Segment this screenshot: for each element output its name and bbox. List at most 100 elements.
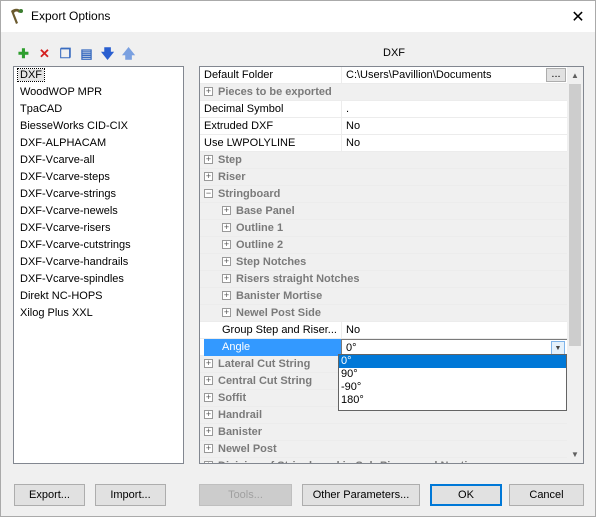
format-list-item[interactable]: DXF xyxy=(14,67,183,84)
property-name: Default Folder xyxy=(204,69,274,81)
category-label: Risers straight Notches xyxy=(236,273,360,285)
category-name: + Banister xyxy=(204,424,564,441)
format-list-item[interactable]: DXF-Vcarve-all xyxy=(14,152,183,169)
angle-option[interactable]: 0° xyxy=(339,355,566,368)
expand-icon[interactable]: + xyxy=(222,239,231,249)
property-value-group-step-and-riser[interactable]: No xyxy=(341,322,568,339)
property-name: Angle xyxy=(204,339,341,356)
angle-option[interactable]: 180° xyxy=(339,394,566,407)
format-list-item[interactable]: WoodWOP MPR xyxy=(14,84,183,101)
scrollbar-thumb[interactable] xyxy=(569,84,581,346)
format-list-item-label: DXF-Vcarve-risers xyxy=(20,222,111,234)
expand-icon[interactable]: + xyxy=(222,307,231,317)
property-grid-scrollbar[interactable]: ▲ ▼ xyxy=(567,67,583,463)
expand-icon[interactable]: + xyxy=(204,426,213,436)
cancel-button[interactable]: Cancel xyxy=(509,484,584,506)
scroll-down-arrow-icon[interactable]: ▼ xyxy=(567,446,583,463)
category-row-outline-1[interactable]: + Outline 1 xyxy=(200,220,568,237)
expand-icon[interactable]: + xyxy=(204,358,213,368)
expand-icon[interactable]: + xyxy=(204,154,213,164)
category-row-stringboard[interactable]: − Stringboard xyxy=(200,186,568,203)
expand-icon[interactable]: + xyxy=(204,375,213,385)
ok-button[interactable]: OK xyxy=(430,484,502,506)
category-label: Lateral Cut String xyxy=(218,358,311,370)
category-label: Banister xyxy=(218,426,263,438)
property-value-use-lwpolyline[interactable]: No xyxy=(341,135,568,152)
add-button[interactable]: ✚ xyxy=(15,45,32,62)
property-row-decimal-symbol[interactable]: Decimal Symbol. xyxy=(200,101,568,118)
format-list-item[interactable]: DXF-Vcarve-handrails xyxy=(14,254,183,271)
property-value-decimal-symbol[interactable]: . xyxy=(341,101,568,118)
category-row-banister[interactable]: + Banister xyxy=(200,424,568,441)
angle-option[interactable]: 90° xyxy=(339,368,566,381)
property-value-text: C:\Users\Pavillion\Documents xyxy=(346,69,492,81)
category-label: Base Panel xyxy=(236,205,295,217)
expand-icon[interactable]: + xyxy=(222,290,231,300)
category-row-division-of-stringboard-in-sub-pieces-and-nesting[interactable]: + Division of Stringboard in Sub-Pieces a… xyxy=(200,458,568,463)
format-list-item[interactable]: DXF-ALPHACAM xyxy=(14,135,183,152)
rename-icon: ▤ xyxy=(80,46,93,61)
category-label: Pieces to be exported xyxy=(218,86,332,98)
import-button[interactable]: Import... xyxy=(95,484,166,506)
format-list-item[interactable]: DXF-Vcarve-cutstrings xyxy=(14,237,183,254)
property-row-use-lwpolyline[interactable]: Use LWPOLYLINE No xyxy=(200,135,568,152)
category-label: Newel Post Side xyxy=(236,307,321,319)
property-value-extruded-dxf[interactable]: No xyxy=(341,118,568,135)
move-up-button[interactable]: 🡅 xyxy=(120,45,137,62)
category-row-outline-2[interactable]: + Outline 2 xyxy=(200,237,568,254)
category-row-newel-post-side[interactable]: + Newel Post Side xyxy=(200,305,568,322)
format-list-item[interactable]: BiesseWorks CID-CIX xyxy=(14,118,183,135)
format-list-item[interactable]: DXF-Vcarve-risers xyxy=(14,220,183,237)
property-value-text: . xyxy=(346,103,350,115)
expand-icon[interactable]: + xyxy=(204,86,213,96)
format-list-item[interactable]: DXF-Vcarve-newels xyxy=(14,203,183,220)
export-format-list[interactable]: DXF WoodWOP MPR TpaCAD BiesseWorks CID-CIX D… xyxy=(13,66,184,464)
expand-icon[interactable]: + xyxy=(222,256,231,266)
window-title: Export Options xyxy=(31,9,111,23)
expand-icon[interactable]: + xyxy=(204,171,213,181)
expand-icon[interactable]: + xyxy=(204,460,213,463)
category-row-risers-straight-notches[interactable]: + Risers straight Notches xyxy=(200,271,568,288)
category-row-base-panel[interactable]: + Base Panel xyxy=(200,203,568,220)
expand-icon[interactable]: + xyxy=(204,443,213,453)
copy-button[interactable]: ❐ xyxy=(57,45,74,62)
format-list-item-label: WoodWOP MPR xyxy=(20,86,103,98)
format-list-item[interactable]: Xilog Plus XXL xyxy=(14,305,183,322)
expand-icon[interactable]: + xyxy=(222,222,231,232)
category-row-step-notches[interactable]: + Step Notches xyxy=(200,254,568,271)
format-list-item[interactable]: DXF-Vcarve-strings xyxy=(14,186,183,203)
close-button[interactable]: ✕ xyxy=(561,1,595,32)
export-button[interactable]: Export... xyxy=(14,484,85,506)
format-list-item[interactable]: Direkt NC-HOPS xyxy=(14,288,183,305)
property-row-extruded-dxf[interactable]: Extruded DXF No xyxy=(200,118,568,135)
expand-icon[interactable]: + xyxy=(222,273,231,283)
format-list-item[interactable]: DXF-Vcarve-spindles xyxy=(14,271,183,288)
browse-folder-button[interactable]: ... xyxy=(546,68,566,82)
format-list-item[interactable]: TpaCAD xyxy=(14,101,183,118)
scroll-up-arrow-icon[interactable]: ▲ xyxy=(567,67,583,84)
category-row-step[interactable]: + Step xyxy=(200,152,568,169)
format-list-item[interactable]: DXF-Vcarve-steps xyxy=(14,169,183,186)
category-row-riser[interactable]: + Riser xyxy=(200,169,568,186)
expand-icon[interactable]: + xyxy=(204,409,213,419)
category-row-newel-post[interactable]: + Newel Post xyxy=(200,441,568,458)
tools-button[interactable]: Tools... xyxy=(199,484,292,506)
expand-icon[interactable]: + xyxy=(204,392,213,402)
category-label: Outline 1 xyxy=(236,222,284,234)
collapse-icon[interactable]: − xyxy=(204,188,213,198)
expand-icon[interactable]: + xyxy=(222,205,231,215)
category-row-pieces-to-be-exported[interactable]: + Pieces to be exported xyxy=(200,84,568,101)
property-row-default-folder[interactable]: Default Folder C:\Users\Pavillion\Documen… xyxy=(200,67,568,84)
dropdown-chevron-icon[interactable]: ▼ xyxy=(551,341,565,355)
other-parameters-button[interactable]: Other Parameters... xyxy=(302,484,420,506)
angle-option[interactable]: -90° xyxy=(339,381,566,394)
category-row-banister-mortise[interactable]: + Banister Mortise xyxy=(200,288,568,305)
property-row-group-step-and-riser[interactable]: Group Step and Riser... No xyxy=(200,322,568,339)
angle-dropdown-list[interactable]: 0° 90° -90° 180° xyxy=(338,354,567,411)
property-value-default-folder[interactable]: C:\Users\Pavillion\Documents... xyxy=(341,67,568,84)
category-name: − Stringboard xyxy=(204,186,564,203)
category-name: + Pieces to be exported xyxy=(204,84,564,101)
delete-button[interactable]: ✕ xyxy=(36,45,53,62)
rename-button[interactable]: ▤ xyxy=(78,45,95,62)
move-down-button[interactable]: 🡇 xyxy=(99,45,116,62)
